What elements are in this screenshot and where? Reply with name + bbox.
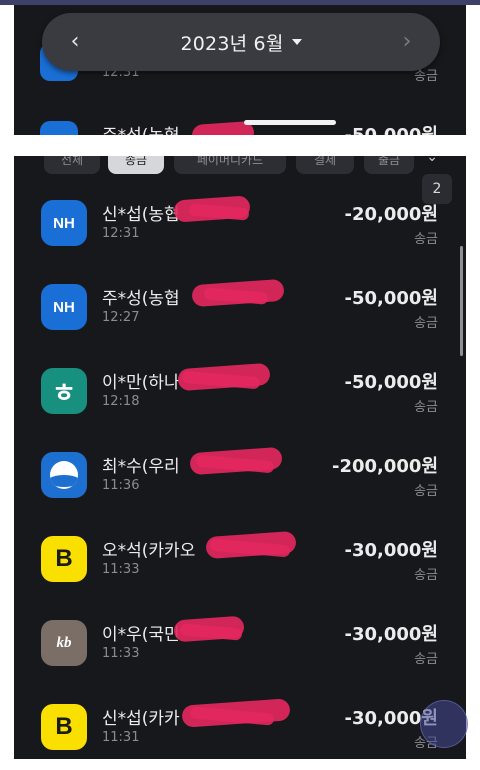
woori-bank-logo-icon	[41, 452, 87, 498]
transaction-list-screen: 전체 송금 페이머니카드 결제 출금 ⌄ 2 NH 신*섭(농협 12:31 -…	[14, 156, 466, 759]
transaction-row[interactable]: 최*수(우리 11:36 -200,000원 송금	[14, 446, 466, 536]
bank-logo-peek	[40, 121, 78, 135]
filter-chip-all[interactable]: 전체	[44, 156, 100, 174]
transaction-row[interactable]: B 오*석(카카오 11:33 -30,000원 송금	[14, 530, 466, 620]
right-margin	[466, 5, 480, 770]
transaction-kind: 송금	[414, 484, 438, 499]
transaction-name: 이*우(국민	[102, 625, 180, 645]
nh-bank-logo-icon: NH	[41, 200, 87, 246]
transaction-kind: 송금	[414, 232, 438, 247]
transaction-amount: -200,000원	[331, 456, 438, 477]
transaction-name: 신*섭(농협	[102, 205, 180, 225]
transaction-row[interactable]: NH 주*성(농협 12:27 -50,000원 송금	[14, 278, 466, 368]
month-title[interactable]: 2023년 6월	[180, 29, 302, 56]
transaction-time: 11:33	[102, 562, 140, 577]
transaction-row[interactable]: NH 신*섭(농협 12:31 -20,000원 송금	[14, 195, 466, 284]
left-margin	[0, 5, 14, 770]
nh-bank-logo-icon: NH	[41, 284, 87, 330]
transaction-name: 주*성(농협	[102, 289, 180, 309]
chevron-left-icon[interactable]: ‹	[64, 30, 86, 54]
transaction-amount: -30,000원	[344, 624, 439, 645]
chevron-right-icon[interactable]: ›	[396, 30, 418, 54]
filter-chip-payment[interactable]: 결제	[296, 156, 354, 174]
kakaobank-logo-icon: B	[41, 704, 87, 750]
filter-tabs: 전체 송금 페이머니카드 결제 출금 ⌄	[14, 156, 466, 180]
transaction-amount: -50,000원	[344, 372, 439, 393]
bottom-margin	[0, 759, 480, 770]
transaction-amount: -50,000원	[345, 121, 439, 135]
transaction-amount: -30,000원	[344, 540, 439, 561]
transaction-time: 11:33	[102, 646, 140, 661]
header-screenshot: 12:31 송금 주*성(농협 -50,000원 ‹ 2023년 6월 ›	[14, 5, 466, 135]
transaction-row[interactable]: kb 이*우(국민 11:33 -30,000원 송금	[14, 615, 466, 704]
month-selector[interactable]: ‹ 2023년 6월 ›	[42, 13, 440, 71]
transaction-name: 이*만(하나	[102, 373, 180, 393]
transaction-row[interactable]: ㅎ 이*만(하나 12:18 -50,000원 송금	[14, 362, 466, 452]
kakaobank-logo-icon: B	[41, 536, 87, 582]
transaction-kind: 송금	[414, 316, 438, 331]
transaction-kind: 송금	[414, 652, 438, 667]
month-label: 2023년 6월	[180, 32, 284, 55]
filter-chip-withdraw[interactable]: 출금	[364, 156, 414, 174]
transaction-time: 11:36	[102, 478, 140, 493]
kb-bank-logo-icon: kb	[41, 620, 87, 666]
transaction-time: 12:31	[102, 226, 140, 241]
transaction-time: 12:18	[102, 394, 140, 409]
transaction-row[interactable]: B 신*섭(카카 11:31 -30,000원 송금	[14, 698, 466, 759]
filter-chip-paymoney-card[interactable]: 페이머니카드	[174, 156, 286, 174]
transaction-time: 11:31	[102, 730, 140, 745]
transaction-name: 오*석(카카오	[102, 541, 196, 561]
home-indicator	[244, 120, 336, 125]
chevron-down-icon[interactable]: ⌄	[426, 156, 438, 168]
transaction-amount: -50,000원	[344, 288, 439, 309]
transaction-name: 신*섭(카카	[102, 709, 180, 729]
hana-bank-logo-icon: ㅎ	[41, 368, 87, 414]
caret-down-icon	[291, 39, 302, 45]
woori-emblem-icon	[50, 461, 78, 489]
assistive-touch-button[interactable]	[420, 700, 468, 748]
transaction-kind: 송금	[414, 568, 438, 583]
filter-chip-transfer[interactable]: 송금	[108, 156, 164, 174]
transaction-kind: 송금	[414, 400, 438, 415]
transaction-amount: -20,000원	[344, 204, 439, 225]
transaction-name: 최*수(우리	[102, 457, 180, 477]
transaction-name: 주*성(농협	[102, 121, 180, 135]
transaction-time: 12:27	[102, 310, 140, 325]
